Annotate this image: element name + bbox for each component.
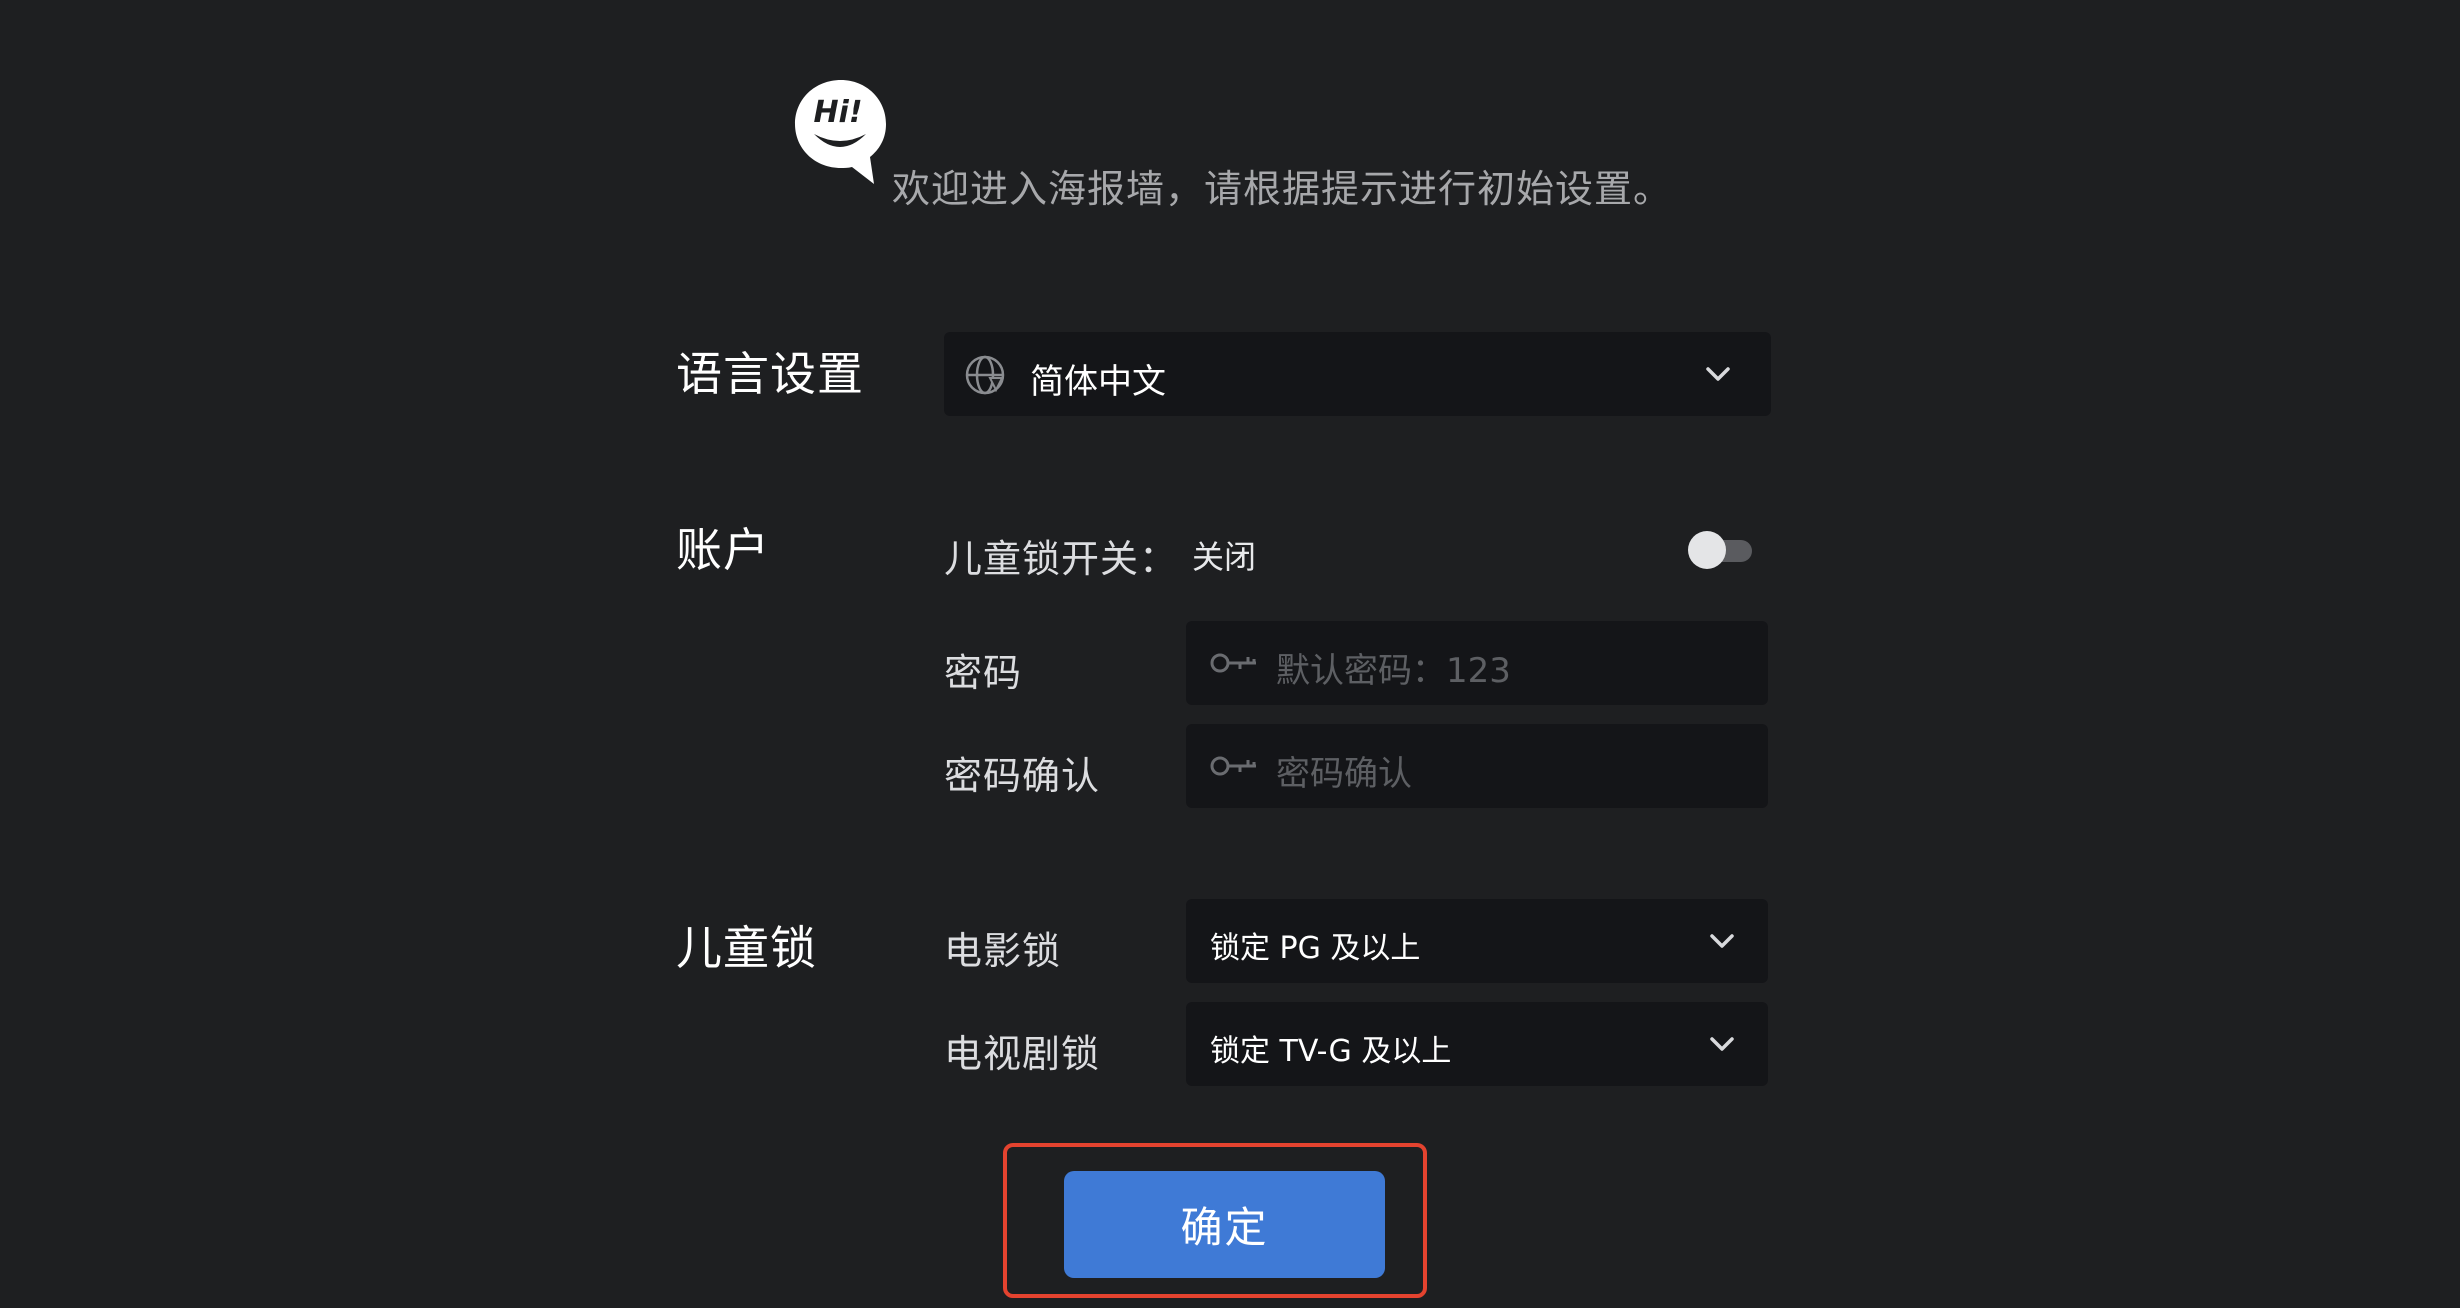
- child-lock-section-title: 儿童锁: [676, 921, 817, 975]
- chevron-down-icon: [1710, 934, 1734, 948]
- child-lock-switch-label: 儿童锁开关：: [944, 537, 1179, 581]
- logo-text: Hi!: [813, 95, 862, 130]
- welcome-message: 欢迎进入海报墙，请根据提示进行初始设置。: [892, 167, 1673, 211]
- password-confirm-input[interactable]: 密码确认: [1186, 724, 1768, 808]
- tv-lock-value: 锁定 TV-G 及以上: [1210, 1034, 1452, 1069]
- password-confirm-placeholder: 密码确认: [1276, 754, 1412, 794]
- password-input[interactable]: 默认密码：123: [1186, 621, 1768, 705]
- password-confirm-label: 密码确认: [944, 754, 1101, 798]
- setup-screen: Hi! 欢迎进入海报墙，请根据提示进行初始设置。 语言设置 简体中文 账户 儿童…: [0, 0, 2460, 1308]
- chevron-down-icon: [1706, 367, 1730, 381]
- tv-lock-label: 电视剧锁: [944, 1032, 1101, 1076]
- account-section-title: 账户: [676, 523, 770, 577]
- password-placeholder: 默认密码：123: [1276, 651, 1511, 691]
- password-label: 密码: [944, 651, 1023, 695]
- movie-lock-label: 电影锁: [944, 929, 1062, 973]
- movie-lock-value: 锁定 PG 及以上: [1210, 931, 1421, 966]
- child-lock-toggle[interactable]: [1688, 530, 1756, 570]
- globe-icon: [965, 355, 1005, 395]
- confirm-button[interactable]: 确定: [1064, 1171, 1385, 1278]
- language-section-title: 语言设置: [676, 347, 864, 401]
- key-icon: [1210, 653, 1256, 673]
- child-lock-state: 关闭: [1192, 538, 1257, 576]
- toggle-knob: [1688, 531, 1726, 569]
- movie-lock-select[interactable]: 锁定 PG 及以上: [1186, 899, 1768, 983]
- chevron-down-icon: [1710, 1037, 1734, 1051]
- tv-lock-select[interactable]: 锁定 TV-G 及以上: [1186, 1002, 1768, 1086]
- language-select[interactable]: 简体中文: [944, 332, 1771, 416]
- language-value: 简体中文: [1030, 362, 1166, 402]
- hi-logo-icon: Hi!: [795, 80, 886, 184]
- key-icon: [1210, 756, 1256, 776]
